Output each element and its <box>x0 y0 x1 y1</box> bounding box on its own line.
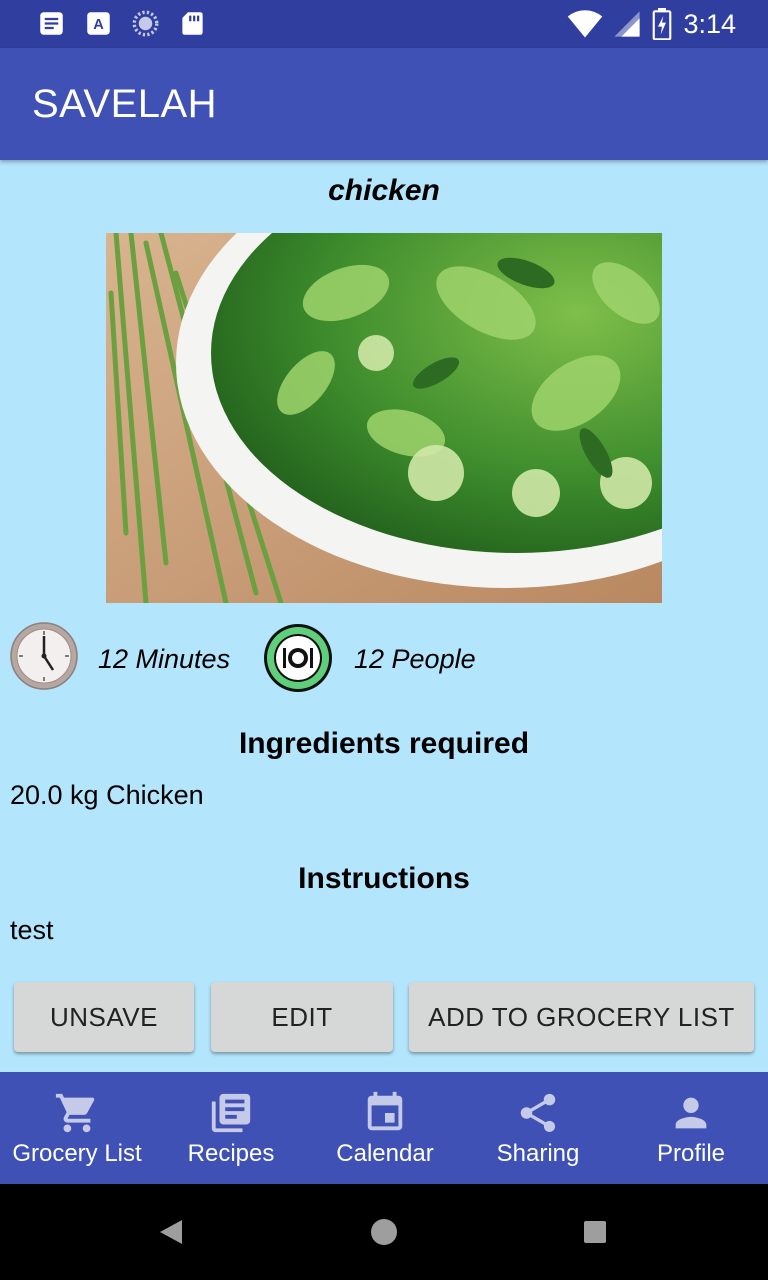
app-title: SAVELAH <box>32 82 218 126</box>
nav-label-profile: Profile <box>656 1140 726 1167</box>
cart-icon <box>55 1093 95 1133</box>
nav-profile[interactable]: Profile <box>614 1072 768 1184</box>
instructions-text: test <box>10 915 54 945</box>
font-download-icon: A <box>87 12 110 35</box>
cook-time: 12 Minutes <box>98 644 231 674</box>
nav-calendar[interactable]: Calendar <box>308 1072 462 1184</box>
app-bar: SAVELAH <box>0 48 768 160</box>
servings: 12 People <box>354 644 476 674</box>
home-icon[interactable] <box>370 1218 398 1246</box>
recipe-meta-row: 12 Minutes 12 People <box>0 620 768 700</box>
nav-label-sharing: Sharing <box>496 1140 580 1167</box>
nav-label-grocery-list: Grocery List <box>12 1140 142 1167</box>
person-icon <box>675 1097 707 1129</box>
status-time: 3:14 <box>683 9 736 39</box>
calendar-icon <box>367 1091 403 1131</box>
nav-recipes[interactable]: Recipes <box>154 1072 308 1184</box>
recipes-icon <box>211 1093 251 1133</box>
nav-sharing[interactable]: Sharing <box>462 1072 614 1184</box>
bottom-navigation: Grocery List Recipes Calendar Sharing Pr… <box>0 1072 768 1184</box>
system-navigation-bar <box>0 1184 768 1280</box>
recipe-title: chicken <box>328 174 440 207</box>
back-icon[interactable] <box>158 1218 184 1246</box>
ingredient-item: 20.0 kg Chicken <box>10 780 204 810</box>
svg-text:A: A <box>93 17 104 33</box>
sd-card-icon <box>182 12 203 35</box>
sync-spinner-icon <box>132 10 159 37</box>
nav-grocery-list[interactable]: Grocery List <box>0 1072 154 1184</box>
status-right-icons: 3:14 <box>567 6 736 42</box>
recipe-photo <box>106 233 662 603</box>
clock-icon <box>10 622 78 690</box>
status-left-icons: A <box>38 10 206 37</box>
add-to-grocery-list-button[interactable]: ADD TO GROCERY LIST <box>409 982 754 1052</box>
plate-servings-icon <box>264 624 332 692</box>
notes-icon <box>40 12 63 35</box>
unsave-button[interactable]: UNSAVE <box>14 982 194 1052</box>
status-bar: A 3:14 <box>0 0 768 48</box>
ingredients-heading: Ingredients required <box>238 727 530 760</box>
recents-icon[interactable] <box>583 1220 607 1244</box>
nav-label-calendar: Calendar <box>336 1140 434 1167</box>
instructions-heading: Instructions <box>298 862 470 895</box>
nav-label-recipes: Recipes <box>187 1140 275 1167</box>
wifi-icon <box>568 10 603 38</box>
cell-signal-icon <box>614 11 641 37</box>
share-icon <box>520 1093 556 1133</box>
edit-button[interactable]: EDIT <box>211 982 393 1052</box>
battery-charging-icon <box>653 8 672 40</box>
